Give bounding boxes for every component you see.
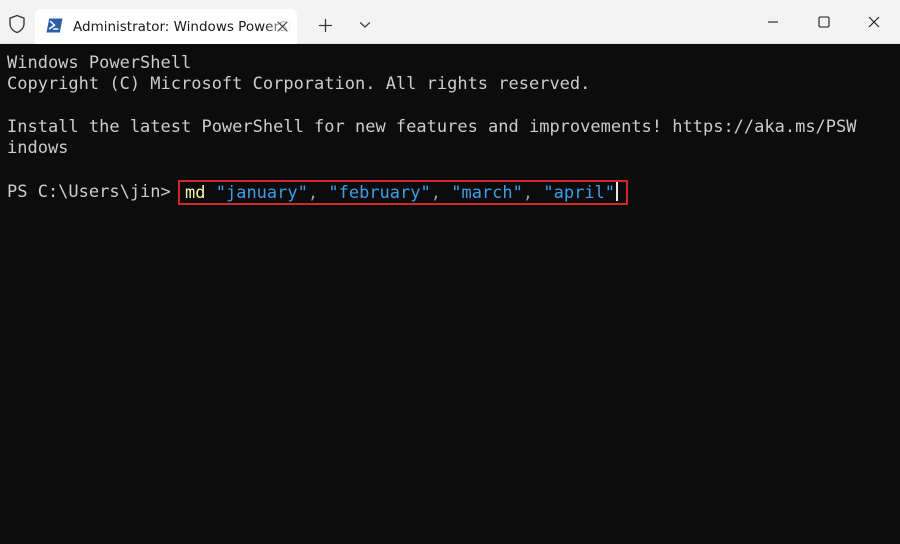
separator: , <box>430 183 441 203</box>
tab-powershell[interactable]: Administrator: Windows PowerShell <box>35 9 297 44</box>
prompt: PS C:\Users\jin> <box>7 182 171 202</box>
tab-title: Administrator: Windows PowerShell <box>73 19 291 35</box>
separator: , <box>307 183 319 203</box>
install-notice: Install the latest PowerShell for new fe… <box>7 117 857 137</box>
copyright-line: Copyright (C) Microsoft Corporation. All… <box>7 74 591 94</box>
close-icon[interactable] <box>275 19 289 33</box>
argument-february: "february" <box>328 183 431 203</box>
command-input[interactable]: md "january", "february", "march", "apri… <box>185 182 619 204</box>
install-notice-wrap: indows <box>7 138 69 158</box>
text-cursor <box>616 182 619 201</box>
argument-april: "april" <box>543 183 616 203</box>
terminal-output[interactable]: Windows PowerShell Copyright (C) Microso… <box>0 44 900 544</box>
argument-january: "january" <box>215 183 308 203</box>
maximize-icon[interactable] <box>801 0 847 44</box>
close-icon[interactable] <box>851 0 897 44</box>
plus-icon[interactable] <box>314 14 336 36</box>
shield-icon[interactable] <box>6 13 28 35</box>
separator: , <box>522 183 534 203</box>
command-name: md <box>185 183 206 203</box>
chevron-down-icon[interactable] <box>355 15 375 35</box>
terminal-window: Administrator: Windows PowerShell Window… <box>0 0 900 544</box>
title-bar[interactable]: Administrator: Windows PowerShell <box>0 0 900 44</box>
minimize-icon[interactable] <box>750 0 796 44</box>
powershell-icon <box>46 18 63 33</box>
argument-march: "march" <box>451 183 523 203</box>
banner-title: Windows PowerShell <box>7 53 192 73</box>
